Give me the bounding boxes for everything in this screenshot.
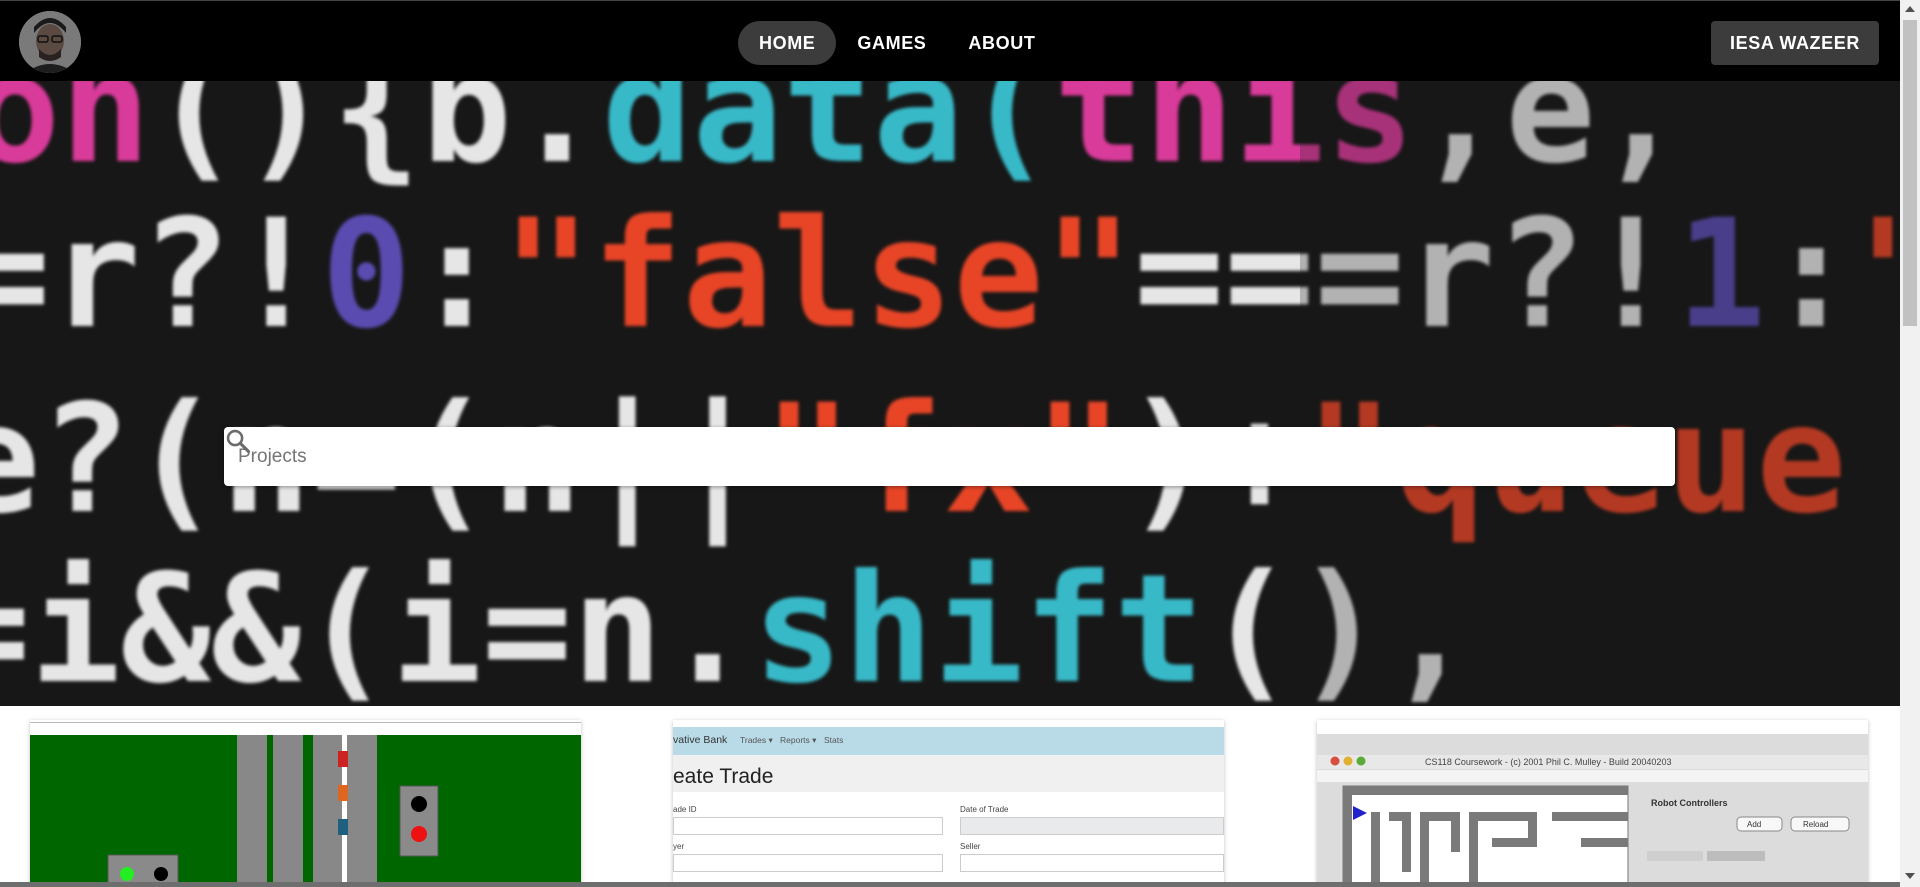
nav-home[interactable]: HOME (738, 21, 837, 65)
project-search-box (224, 427, 1675, 486)
maze-reload-button: Reload (1803, 820, 1828, 829)
label-seller: Seller (960, 842, 981, 851)
scroll-down-icon[interactable] (1905, 873, 1915, 879)
scroll-up-icon[interactable] (1905, 6, 1915, 12)
bank-app-navbar: vative Bank Trades ▾ Reports ▾ Stats (673, 727, 1224, 755)
page: HOME GAMES ABOUT IESA WAZEER on(){b.data… (0, 0, 1920, 887)
scroll-thumb[interactable] (1903, 20, 1917, 326)
trade-form-title: eate Trade (673, 765, 774, 788)
maze-app-thumbnail: CS118 Coursework - (c) 2001 Phil C. Mull… (1317, 720, 1868, 887)
project-cards: vative Bank Trades ▾ Reports ▾ Stats eat… (0, 706, 1900, 887)
search-icon[interactable] (224, 427, 252, 455)
user-name-button[interactable]: IESA WAZEER (1711, 21, 1879, 65)
label-trade-id: ade ID (673, 805, 697, 814)
maze-window-title: CS118 Coursework - (c) 2001 Phil C. Mull… (1425, 757, 1671, 767)
menu-reports: Reports ▾ (780, 735, 817, 745)
field-trade-id (673, 817, 943, 835)
bank-name: vative Bank (673, 734, 728, 746)
menu-stats: Stats (824, 735, 844, 745)
label-buyer: yer (673, 842, 685, 851)
label-date-of-trade: Date of Trade (960, 805, 1009, 814)
main-nav: HOME GAMES ABOUT (738, 21, 1056, 65)
field-seller (960, 854, 1224, 872)
page-scrollbar[interactable] (1900, 0, 1920, 887)
nav-games[interactable]: GAMES (836, 21, 947, 65)
top-navbar: HOME GAMES ABOUT IESA WAZEER (0, 0, 1900, 81)
avatar[interactable] (19, 11, 81, 73)
code-background-image: on(){b.data(this,e, =r?!0:"false"===r?!1… (0, 81, 1900, 706)
bottom-edge (0, 882, 1900, 887)
field-buyer (673, 854, 943, 872)
trade-form-panel (673, 792, 1224, 887)
field-date-of-trade (960, 817, 1224, 835)
maze-panel-title: Robot Controllers (1651, 798, 1728, 808)
nav-about[interactable]: ABOUT (947, 21, 1056, 65)
code-line-4: =i&&(i=n.shift(), (0, 543, 1475, 706)
traffic-game-thumbnail (30, 720, 581, 887)
search-input[interactable] (238, 427, 1598, 486)
project-card-traffic-game[interactable] (30, 720, 581, 887)
hero-banner: on(){b.data(this,e, =r?!0:"false"===r?!1… (0, 81, 1900, 706)
menu-trades: Trades ▾ (740, 735, 773, 745)
project-card-trade-app[interactable]: vative Bank Trades ▾ Reports ▾ Stats eat… (673, 720, 1224, 887)
project-card-maze-robot[interactable]: CS118 Coursework - (c) 2001 Phil C. Mull… (1317, 720, 1868, 887)
maze-add-button: Add (1747, 820, 1761, 829)
